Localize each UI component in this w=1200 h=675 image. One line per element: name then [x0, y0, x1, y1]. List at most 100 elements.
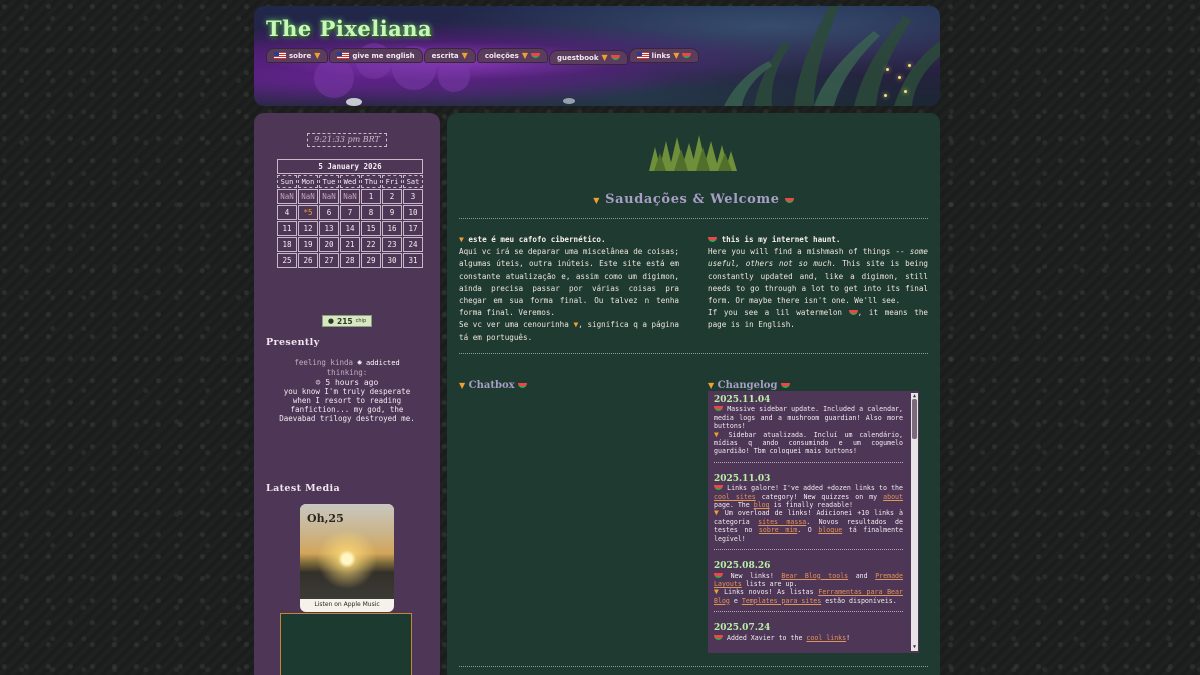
bear-blog-tools-link[interactable]: Bear Blog tools	[781, 572, 848, 580]
firefly	[886, 68, 889, 71]
intro-english: this is my internet haunt. Here you will…	[708, 234, 928, 332]
calendar-day: 14	[340, 221, 360, 236]
carrot-icon: ▼	[714, 429, 722, 439]
site-title[interactable]: The Pixeliana	[266, 16, 432, 41]
changelog-text-en: !	[846, 633, 851, 642]
carrot-icon: ▼	[459, 235, 464, 244]
calendar-day: 13	[319, 221, 339, 236]
weekday-label: Fri	[382, 175, 402, 188]
welcome-heading: ▼ Saudações & Welcome	[447, 192, 940, 207]
status-text: you know I'm truly desperate when I reso…	[279, 387, 415, 423]
hit-counter[interactable]: ● 215 chip	[322, 315, 372, 327]
calendar-day: 10	[403, 205, 423, 220]
calendar-caption: 5 January 2026	[277, 159, 423, 174]
calendar-day: 6	[319, 205, 339, 220]
calendar-day: 31	[403, 253, 423, 268]
scroll-down-icon[interactable]: ▼	[911, 644, 918, 651]
nav-links[interactable]: links ▼	[628, 48, 700, 63]
firefly	[908, 64, 911, 67]
blogue-link[interactable]: blogue	[818, 526, 842, 534]
feeling-suffix: thinking:	[326, 368, 368, 377]
changelog-text-en: Links galore! I've added +dozen links to…	[727, 484, 903, 493]
mood-badge: ☻ addicted	[357, 359, 400, 367]
weekday-label: Wed	[340, 175, 360, 188]
calendar-week: 18 19 20 21 22 23 24	[277, 237, 423, 252]
calendar-day: 1	[361, 189, 381, 204]
cookie-icon: ●	[327, 317, 334, 325]
us-flag-icon	[636, 52, 649, 59]
nav-label: coleções	[484, 51, 519, 60]
changelog-date: 2025.07.24	[714, 623, 771, 634]
sites-massa-link[interactable]: sites massa	[758, 518, 806, 526]
main-nav: sobre ▼ give me english escrita ▼ coleçõ…	[266, 48, 700, 65]
hit-count: 215	[336, 316, 353, 326]
cool-sites-link[interactable]: cool sites	[714, 493, 756, 501]
calendar-day: 15	[361, 221, 381, 236]
nav-guestbook[interactable]: guestbook ▼	[548, 50, 628, 65]
watermelon-icon	[610, 55, 620, 60]
media-card[interactable]: Oh,25 Listen on Apple Music	[300, 504, 394, 612]
watermelon-icon	[530, 53, 540, 58]
calendar-day: 9	[382, 205, 402, 220]
nav-label: escrita	[431, 51, 459, 60]
watermelon-icon	[682, 53, 692, 58]
weekday-label: Thu	[361, 175, 381, 188]
nav-sobre[interactable]: sobre ▼	[266, 48, 329, 63]
intro-paragraph: Here you will find a mishmash of things …	[708, 246, 928, 307]
calendar-day: 17	[403, 221, 423, 236]
calendar-day: 7	[340, 205, 360, 220]
changelog-date: 2025.08.26	[714, 561, 771, 572]
intro-note-text: Se vc ver uma cenourinha	[459, 320, 569, 330]
weekday-label: Sat	[403, 175, 423, 188]
changelog-box[interactable]: ▲ ▼ 2025.11.04 Massive sidebar update. I…	[708, 391, 919, 653]
sobre-mim-link[interactable]: sobre mim	[759, 526, 797, 534]
calendar-day: 30	[382, 253, 402, 268]
templates-sites-link[interactable]: Templates para sites	[742, 597, 821, 605]
carrot-icon: ▼	[314, 51, 321, 60]
changelog-text-pt: Sidebar atualizada. Incluí um calendário…	[714, 430, 903, 456]
latest-media-heading: Latest Media	[266, 483, 341, 494]
calendar-day: 19	[298, 237, 318, 252]
changelog-text-pt: e	[733, 596, 738, 605]
calendar-day: 23	[382, 237, 402, 252]
nav-label: sobre	[289, 51, 312, 60]
nav-label: give me english	[352, 51, 415, 60]
changelog-date: 2025.11.03	[714, 473, 771, 484]
changelog-entry: 2025.08.26 New links! Bear Blog tools an…	[714, 561, 903, 605]
calendar-day: 2	[382, 189, 402, 204]
intro-portuguese: ▼ este é meu cafofo cibernético. Aqui vc…	[459, 234, 679, 344]
sidebar: 9:21:33 pm BRT 5 January 2026 Sun Mon Tu…	[254, 113, 440, 675]
nav-colecoes[interactable]: coleções ▼	[476, 48, 548, 63]
watermelon-icon	[714, 572, 723, 578]
scroll-up-icon[interactable]: ▲	[911, 393, 918, 400]
carrot-icon: ▼	[593, 195, 600, 205]
carrot-icon: ▼	[673, 51, 680, 60]
changelog-text-en: lists are up.	[745, 579, 798, 588]
changelog-scroll-thumb[interactable]	[912, 399, 917, 439]
site-header: The Pixeliana sobre ▼ give me english es…	[254, 6, 940, 106]
nav-escrita[interactable]: escrita ▼	[423, 48, 476, 63]
nav-give-me-english[interactable]: give me english	[329, 48, 423, 63]
weekday-label: Tue	[319, 175, 339, 188]
changelog-text-pt: estão disponíveis.	[825, 596, 897, 605]
changelog-text-en: Massive sidebar update. Included a calen…	[714, 405, 903, 431]
calendar-day: NaN	[298, 189, 318, 204]
changelog-text-en: Added Xavier to the	[726, 633, 803, 642]
time-ago: 5 hours ago	[325, 378, 379, 387]
about-link[interactable]: about	[883, 493, 903, 501]
intro-note: If you see a lil watermelon , it means t…	[708, 307, 928, 331]
carrot-icon: ▼	[714, 587, 720, 597]
cool-links-link[interactable]: cool links	[806, 634, 846, 642]
changelog-text-en: is finally readable!	[773, 501, 853, 510]
calendar-day: 3	[403, 189, 423, 204]
calendar-day: 25	[277, 253, 297, 268]
changelog-text-en: New links!	[730, 571, 774, 580]
pine-trees-icon	[649, 135, 737, 171]
blog-link[interactable]: blog	[754, 501, 770, 509]
time-ago-icon: ☺	[315, 378, 321, 387]
apple-music-link[interactable]: Listen on Apple Music	[300, 601, 394, 608]
changelog-text-en: and	[855, 571, 868, 580]
watermelon-icon	[708, 237, 717, 242]
carrot-icon: ▼	[708, 380, 715, 390]
calendar-day: NaN	[340, 189, 360, 204]
